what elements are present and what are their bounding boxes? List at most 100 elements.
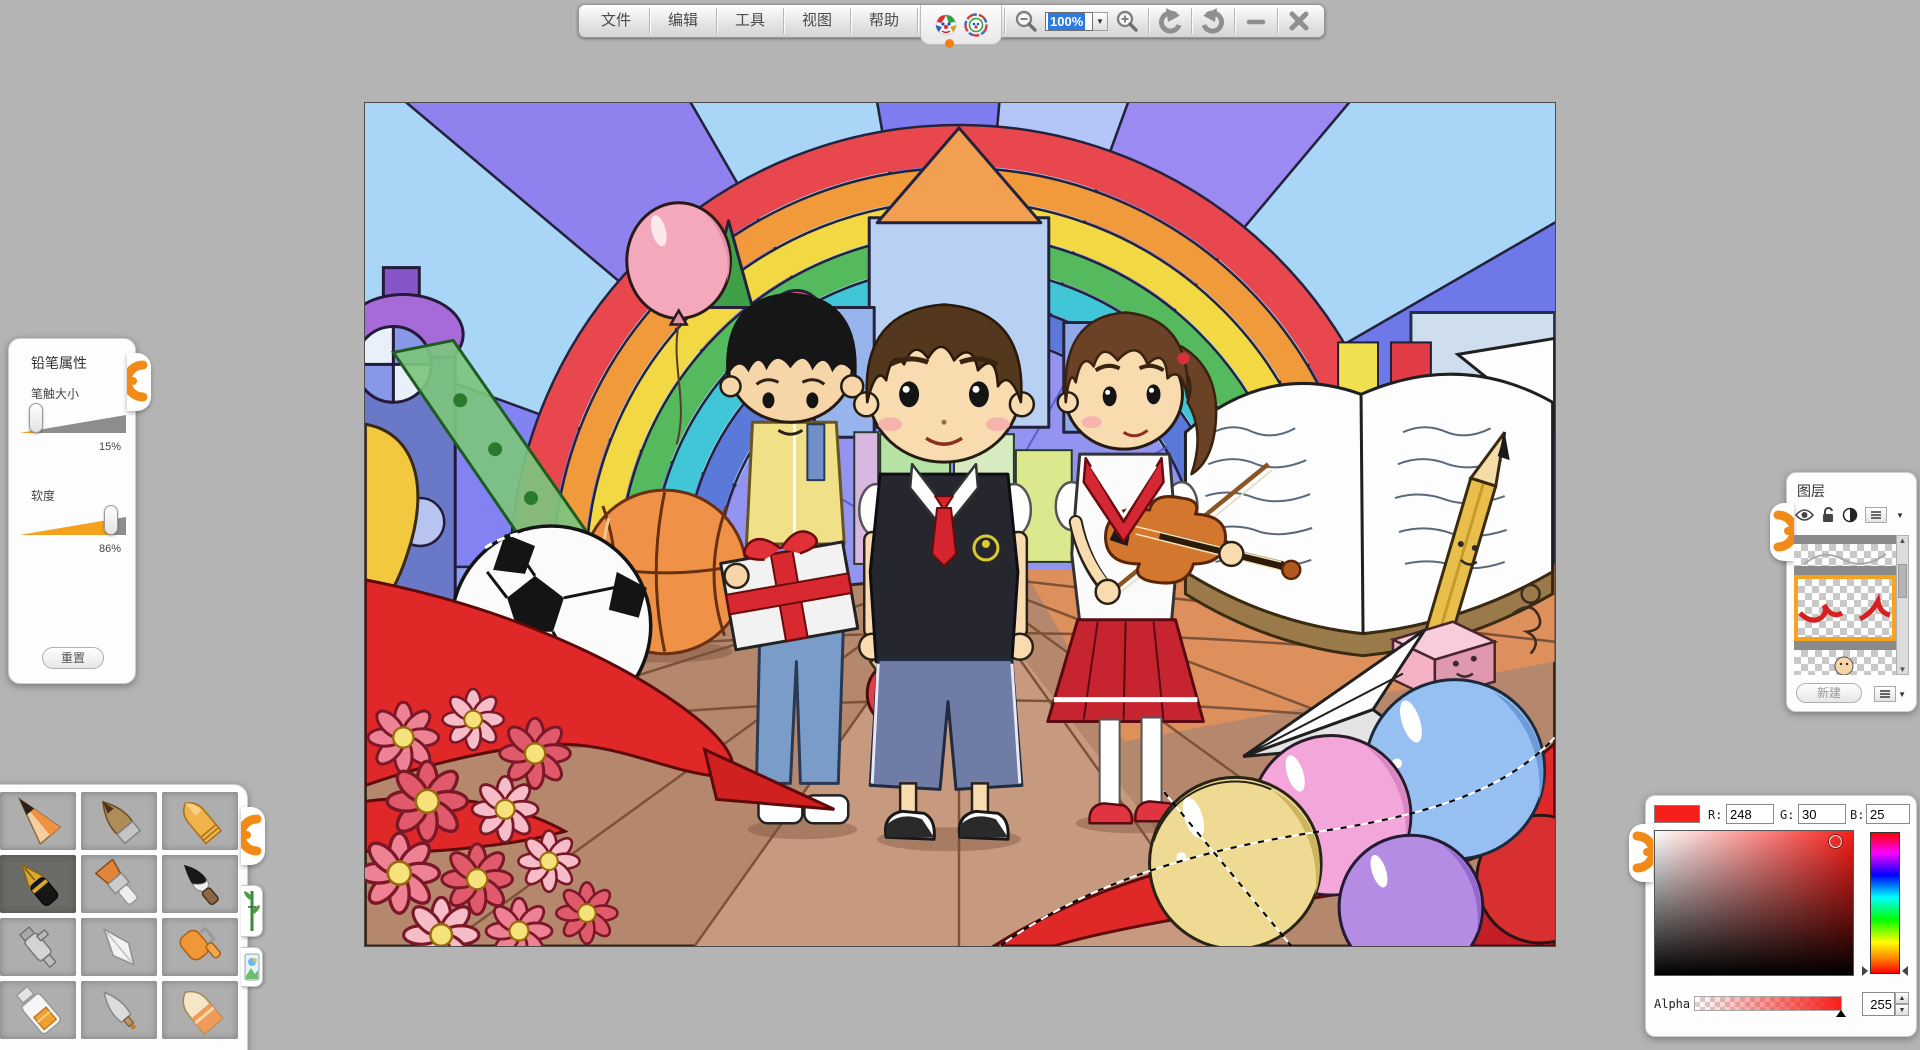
saturation-value-field[interactable] <box>1654 830 1854 976</box>
drawing-canvas[interactable] <box>364 102 1556 947</box>
red-input[interactable] <box>1726 804 1774 824</box>
zoom-dropdown-button[interactable]: ▼ <box>1093 12 1108 31</box>
alpha-input[interactable] <box>1862 992 1895 1016</box>
tool-flat-brush[interactable] <box>81 855 157 913</box>
color-field-cursor[interactable] <box>1829 835 1842 848</box>
menu-file[interactable]: 文件 <box>585 7 647 35</box>
tool-pencil-stub[interactable] <box>81 792 157 850</box>
layer-item-top[interactable] <box>1794 544 1896 566</box>
current-color-swatch <box>1654 805 1700 823</box>
tool-paint-roller[interactable] <box>162 918 238 976</box>
hue-marker-right[interactable] <box>1902 966 1908 976</box>
slider-fill <box>20 517 111 535</box>
pencil-properties-panel: 铅笔属性 笔触大小 15% 软度 86% 重置 <box>8 338 136 684</box>
color-panel-handle[interactable] <box>1629 824 1653 882</box>
zoom-out-icon <box>1014 9 1038 33</box>
toolbar-separator <box>850 8 851 34</box>
layer-options-button[interactable] <box>1874 686 1896 702</box>
tool-painting-knife[interactable] <box>81 981 157 1039</box>
app-window: 文件 编辑 工具 视图 帮助 <box>0 0 1920 1050</box>
tool-eraser[interactable] <box>162 981 238 1039</box>
sticker-library-tab[interactable] <box>241 947 263 987</box>
layer-list <box>1794 535 1896 675</box>
softness-value: 86% <box>99 543 121 555</box>
scrollbar-thumb[interactable] <box>1898 564 1907 598</box>
yellow-balloon <box>1150 777 1322 946</box>
tool-paint-bottle[interactable] <box>0 981 76 1039</box>
brush-size-knob[interactable] <box>29 403 43 433</box>
toolbar-separator <box>716 8 717 34</box>
toolbar-separator <box>1234 8 1235 34</box>
toolbar-separator <box>783 8 784 34</box>
green-input[interactable] <box>1798 804 1846 824</box>
pencil-panel-title: 铅笔属性 <box>31 353 135 373</box>
redo-button[interactable] <box>1194 7 1232 35</box>
toolbar-separator <box>1191 8 1192 34</box>
tool-fountain-pen[interactable] <box>0 855 76 913</box>
clown-mascot-icon-2[interactable] <box>963 12 989 38</box>
softness-label: 软度 <box>31 487 55 504</box>
tool-palette-knife[interactable] <box>81 918 157 976</box>
tool-ink-brush[interactable] <box>162 855 238 913</box>
tool-crayon[interactable] <box>162 792 238 850</box>
alpha-spinner: ▲ ▼ <box>1862 992 1910 1016</box>
undo-icon <box>1156 8 1184 34</box>
brush-size-value: 15% <box>99 441 121 453</box>
layers-panel-title: 图层 <box>1797 481 1916 501</box>
close-button[interactable] <box>1280 7 1318 35</box>
reset-button[interactable]: 重置 <box>42 647 104 669</box>
zoom-level-input[interactable]: 100% <box>1045 12 1093 31</box>
brush-size-slider[interactable] <box>20 405 126 435</box>
layers-handle[interactable] <box>1770 503 1794 561</box>
zoom-in-button[interactable] <box>1108 7 1146 35</box>
hue-slider[interactable] <box>1870 832 1900 974</box>
nature-stamps-tab[interactable] <box>241 885 263 937</box>
layer-scrollbar[interactable]: ▲ ▼ <box>1896 535 1909 675</box>
zoom-level-value: 100% <box>1048 13 1085 30</box>
menu-edit[interactable]: 编辑 <box>652 7 714 35</box>
hue-marker-left[interactable] <box>1862 966 1868 976</box>
layer-menu-caret[interactable]: ▼ <box>1896 511 1904 520</box>
softness-knob[interactable] <box>104 505 118 535</box>
layer-lock-icon[interactable] <box>1821 507 1835 523</box>
mascot-tab <box>920 5 1002 45</box>
palette-handle[interactable] <box>241 807 265 865</box>
menu-view[interactable]: 视图 <box>786 7 848 35</box>
canvas-artwork <box>365 103 1555 946</box>
bamboo-icon <box>244 889 260 933</box>
toolbar-separator <box>1148 8 1149 34</box>
zoom-out-button[interactable] <box>1007 7 1045 35</box>
toolbar-separator <box>917 8 918 34</box>
new-layer-button[interactable]: 新建 <box>1796 683 1862 703</box>
layer-options-caret[interactable]: ▼ <box>1898 690 1906 699</box>
layer-blend-icon[interactable] <box>1842 507 1858 523</box>
alpha-slider[interactable] <box>1694 996 1842 1011</box>
color-picker-panel: R: G: B: Alpha ▲ ▼ <box>1645 795 1917 1037</box>
redo-icon <box>1199 8 1227 34</box>
layer-menu-button[interactable] <box>1865 507 1887 523</box>
layer-item-selected[interactable] <box>1794 575 1896 641</box>
sticker-icon <box>244 952 260 982</box>
menu-help[interactable]: 帮助 <box>853 7 915 35</box>
alpha-marker[interactable] <box>1836 1010 1846 1017</box>
tool-palette-panel <box>0 784 248 1050</box>
undo-button[interactable] <box>1151 7 1189 35</box>
alpha-label: Alpha <box>1654 997 1690 1011</box>
layer-item-bottom[interactable] <box>1794 650 1896 675</box>
tool-airbrush[interactable] <box>0 918 76 976</box>
green-label: G: <box>1780 808 1794 822</box>
tool-sharp-pencil[interactable] <box>0 792 76 850</box>
panel-handle[interactable] <box>127 353 151 411</box>
scroll-down-icon: ▼ <box>1899 665 1907 674</box>
layer-visibility-icon[interactable] <box>1795 508 1814 522</box>
panel-grip-icon <box>1770 503 1794 561</box>
alpha-decrease-button[interactable]: ▼ <box>1895 1004 1909 1016</box>
menu-tools[interactable]: 工具 <box>719 7 781 35</box>
panel-grip-icon <box>127 353 151 411</box>
softness-slider[interactable] <box>20 507 126 537</box>
clown-mascot-icon-1[interactable] <box>933 12 959 38</box>
blue-input[interactable] <box>1866 804 1910 824</box>
toolbar-separator <box>649 8 650 34</box>
minimize-button[interactable] <box>1237 7 1275 35</box>
alpha-increase-button[interactable]: ▲ <box>1895 992 1909 1004</box>
